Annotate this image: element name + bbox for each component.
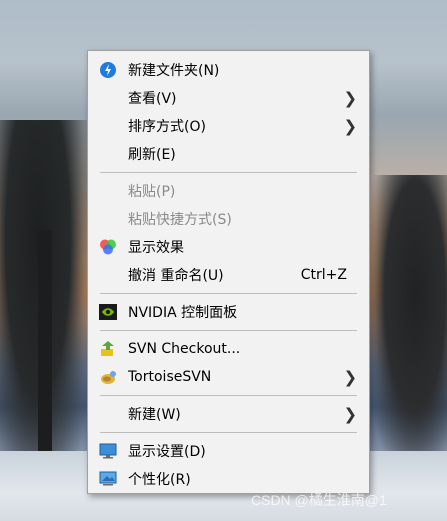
- menu-separator: [100, 330, 357, 331]
- menu-item-label: 撤消 重命名(U): [128, 268, 224, 284]
- menu-separator: [100, 293, 357, 294]
- wallpaper-tree-right: [367, 175, 447, 475]
- menu-item-label: 粘贴(P): [128, 184, 176, 200]
- watermark-text: CSDN @橘生淮南@1: [251, 492, 387, 508]
- personalize-icon: [99, 471, 117, 486]
- menu-item-new-folder[interactable]: 新建文件夹(N): [88, 57, 369, 83]
- menu-item-paste-shortcut: 粘贴快捷方式(S): [88, 206, 369, 232]
- menu-item-svn-checkout[interactable]: SVN Checkout...: [88, 336, 369, 362]
- menu-separator: [100, 395, 357, 396]
- menu-item-label: 个性化(R): [128, 472, 191, 488]
- chevron-right-icon: ❯: [343, 88, 357, 108]
- display-effects-icon: [100, 239, 116, 255]
- menu-item-undo-rename[interactable]: 撤消 重命名(U) Ctrl+Z: [88, 262, 369, 288]
- display-settings-icon: [99, 443, 117, 459]
- menu-item-label: 显示效果: [128, 240, 184, 256]
- menu-item-label: SVN Checkout...: [128, 341, 241, 357]
- menu-item-nvidia-control-panel[interactable]: NVIDIA 控制面板: [88, 299, 369, 325]
- menu-item-label: 刷新(E): [128, 147, 176, 163]
- menu-item-view[interactable]: 查看(V) ❯: [88, 85, 369, 111]
- nvidia-icon: [99, 304, 117, 320]
- menu-item-personalize[interactable]: 个性化(R): [88, 466, 369, 492]
- menu-item-paste: 粘贴(P): [88, 178, 369, 204]
- menu-item-new[interactable]: 新建(W) ❯: [88, 401, 369, 427]
- menu-item-label: 新建文件夹(N): [128, 63, 220, 79]
- chevron-right-icon: ❯: [343, 367, 357, 387]
- menu-item-label: TortoiseSVN: [128, 369, 212, 385]
- menu-item-display-effects[interactable]: 显示效果: [88, 234, 369, 260]
- chevron-right-icon: ❯: [343, 404, 357, 424]
- menu-item-label: NVIDIA 控制面板: [128, 305, 238, 321]
- menu-separator: [100, 432, 357, 433]
- menu-item-sort-by[interactable]: 排序方式(O) ❯: [88, 113, 369, 139]
- desktop-context-menu: 新建文件夹(N) 查看(V) ❯ 排序方式(O) ❯ 刷新(E) 粘贴(P) 粘…: [87, 50, 370, 494]
- svn-checkout-icon: [101, 341, 114, 356]
- new-folder-icon: [100, 62, 116, 78]
- menu-item-refresh[interactable]: 刷新(E): [88, 141, 369, 167]
- menu-item-shortcut: Ctrl+Z: [300, 267, 347, 283]
- chevron-right-icon: ❯: [343, 116, 357, 136]
- menu-item-label: 查看(V): [128, 91, 177, 107]
- menu-item-tortoisesvn[interactable]: TortoiseSVN ❯: [88, 364, 369, 390]
- menu-item-label: 新建(W): [128, 407, 181, 423]
- tortoisesvn-icon: [101, 371, 116, 384]
- menu-item-label: 排序方式(O): [128, 119, 206, 135]
- menu-separator: [100, 172, 357, 173]
- menu-item-label: 显示设置(D): [128, 444, 206, 460]
- menu-item-label: 粘贴快捷方式(S): [128, 212, 232, 228]
- menu-item-display-settings[interactable]: 显示设置(D): [88, 438, 369, 464]
